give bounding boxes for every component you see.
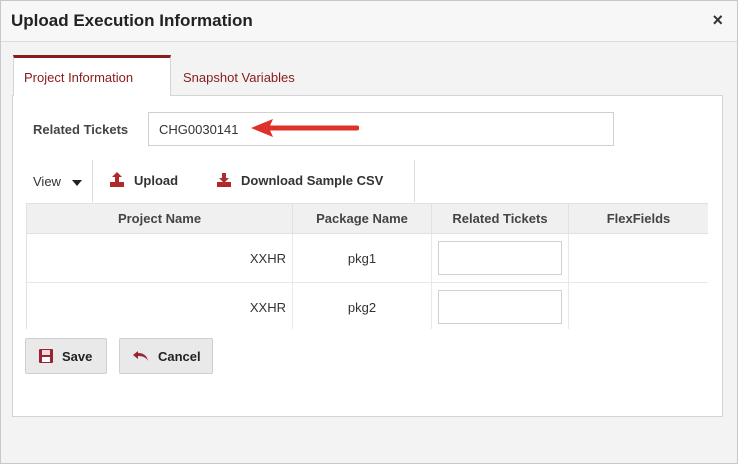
table-header: Project Name Package Name Related Ticket… [27, 204, 708, 234]
related-tickets-label: Related Tickets [33, 122, 129, 137]
save-icon [39, 349, 53, 363]
download-label: Download Sample CSV [241, 172, 384, 188]
toolbar-divider [414, 160, 415, 202]
project-name-cell: XXHR [27, 283, 293, 329]
column-header-related-tickets[interactable]: Related Tickets [432, 204, 569, 234]
related-tickets-cell [432, 234, 569, 283]
packages-table: Project Name Package Name Related Ticket… [26, 203, 708, 329]
project-information-panel: Related Tickets View Upload [12, 95, 723, 417]
dialog-title: Upload Execution Information [11, 11, 253, 30]
project-name-cell: XXHR [27, 234, 293, 283]
flexfields-cell [569, 234, 708, 283]
undo-icon [133, 351, 148, 361]
cancel-label: Cancel [158, 348, 201, 364]
related-tickets-input[interactable] [148, 112, 614, 146]
upload-label: Upload [134, 172, 179, 188]
column-header-project-name[interactable]: Project Name [27, 204, 293, 234]
package-name-cell: pkg1 [293, 234, 432, 283]
table-row: XXHR pkg2 [27, 283, 708, 329]
cancel-button[interactable]: Cancel [119, 338, 213, 374]
row-related-tickets-input[interactable] [438, 290, 562, 324]
tab-snapshot-variables[interactable]: Snapshot Variables [173, 55, 305, 96]
view-label: View [33, 174, 61, 189]
close-icon[interactable]: × [712, 10, 723, 30]
view-menu[interactable]: View [33, 174, 83, 189]
save-label: Save [62, 348, 93, 364]
upload-execution-dialog: Upload Execution Information × Project I… [0, 0, 738, 464]
tab-project-information[interactable]: Project Information [13, 55, 171, 96]
toolbar-divider [92, 160, 93, 202]
caret-down-icon [71, 179, 82, 186]
column-header-flexfields[interactable]: FlexFields [569, 204, 708, 234]
save-button[interactable]: Save [25, 338, 107, 374]
row-related-tickets-input[interactable] [438, 241, 562, 275]
related-tickets-cell [432, 283, 569, 329]
upload-icon [110, 172, 124, 187]
download-sample-csv-button[interactable]: Download Sample CSV [216, 172, 383, 188]
upload-button[interactable]: Upload [109, 172, 178, 188]
package-name-cell: pkg2 [293, 283, 432, 329]
dialog-titlebar: Upload Execution Information × [1, 1, 737, 42]
flexfields-cell [569, 283, 708, 329]
red-arrow-annotation [251, 119, 359, 137]
column-header-package-name[interactable]: Package Name [293, 204, 432, 234]
download-icon [217, 173, 231, 187]
table-row: XXHR pkg1 [27, 234, 708, 283]
